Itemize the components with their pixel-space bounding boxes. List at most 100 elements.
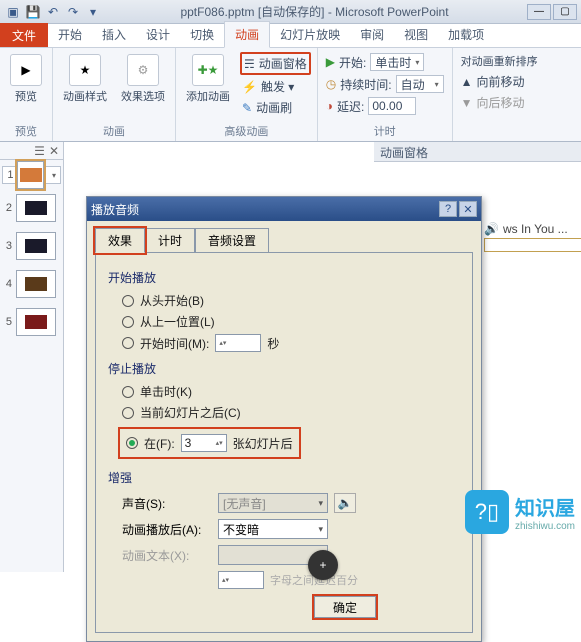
play-audio-dialog: 播放音频 ? ✕ 效果 计时 音频设置 开始播放 从头开始(B) 从上一位置(L… [86,196,482,642]
group-title-preview: 预览 [6,121,46,139]
save-icon[interactable]: 💾 [24,3,42,21]
add-animation-icon: ✚★ [192,54,224,86]
slides-count-input[interactable]: 3 [181,434,227,452]
dialog-body: 开始播放 从头开始(B) 从上一位置(L) 开始时间(M): 秒 停止播放 单击… [95,252,473,633]
preview-icon: ▶ [10,54,42,86]
move-earlier-button[interactable]: ▲ 向前移动 [459,72,540,91]
radio-from-beginning[interactable]: 从头开始(B) [108,290,460,311]
tab-audio-settings[interactable]: 音频设置 [195,228,269,253]
audio-icon: 🔊 [484,222,499,236]
radio-start-time[interactable]: 开始时间(M): 秒 [108,332,460,354]
outline-tab-icon[interactable]: ☰ [34,144,45,158]
dialog-title: 播放音频 [91,201,139,218]
trigger-button[interactable]: ⚡ 触发 ▾ [240,77,311,96]
anim-style-icon: ★ [69,54,101,86]
preview-button[interactable]: ▶ 预览 [6,52,46,106]
after-anim-dropdown[interactable]: 不变暗 [218,519,328,539]
close-button[interactable]: ✕ [459,201,477,217]
highlighted-stop-after-row: 在(F): 3 张幻灯片后 [118,427,301,459]
tab-insert[interactable]: 插入 [92,22,136,47]
watermark-logo-icon: ?▯ [465,490,509,534]
anim-pane-icon: ☴ [244,57,255,71]
tab-timing[interactable]: 计时 [145,228,195,253]
anim-text-row: 动画文本(X): [108,542,460,568]
ribbon-group-preview: ▶ 预览 预览 [0,48,53,141]
sound-row: 声音(S): [无声音] 🔈 [108,490,460,516]
dialog-titlebar: 播放音频 ? ✕ [87,197,481,221]
maximize-button[interactable]: ▢ [553,4,577,20]
powerpoint-icon: ▣ [4,3,22,21]
tab-home[interactable]: 开始 [48,22,92,47]
slides-list: 1 2 3 4 5 [0,160,63,342]
radio-on-click[interactable]: 单击时(K) [108,381,460,402]
qat-dropdown-icon[interactable]: ▾ [84,3,102,21]
start-row: ▶ 开始: 单击时 [324,52,446,72]
tab-view[interactable]: 视图 [394,22,438,47]
tab-slideshow[interactable]: 幻灯片放映 [270,22,350,47]
start-time-input[interactable] [215,334,261,352]
enhance-label: 增强 [108,469,460,486]
tab-effect[interactable]: 效果 [95,228,145,253]
ribbon-group-timing: ▶ 开始: 单击时 ◷ 持续时间: 自动 ◑ 延迟: 00.00 计时 [318,48,453,141]
tab-addins[interactable]: 加载项 [438,22,494,47]
slide-thumb-5[interactable]: 5 [2,308,61,336]
add-animation-button[interactable]: ✚★ 添加动画 [182,52,234,106]
delay-icon: ◑ [326,99,333,113]
painter-icon: ✎ [242,101,252,115]
letter-delay-input[interactable] [218,571,264,589]
effect-options-button[interactable]: ⚙ 效果选项 [117,52,169,106]
tab-transition[interactable]: 切换 [180,22,224,47]
delay-row: ◑ 延迟: 00.00 [324,96,446,116]
slide-thumb-2[interactable]: 2 [2,194,61,222]
reorder-title: 对动画重新排序 [459,52,540,70]
up-arrow-icon: ▲ [461,75,473,89]
sound-dropdown[interactable]: [无声音] [218,493,328,513]
animation-timeline-bar[interactable]: ▷ [484,238,581,252]
radio-after-current-slide[interactable]: 当前幻灯片之后(C) [108,402,460,423]
start-select[interactable]: 单击时 [370,53,424,71]
minimize-button[interactable]: — [527,4,551,20]
undo-icon[interactable]: ↶ [44,3,62,21]
start-icon: ▶ [326,55,335,69]
radio-after-n-slides[interactable]: 在(F): 3 张幻灯片后 [126,432,293,454]
animation-pane-button[interactable]: ☴ 动画窗格 [240,52,311,75]
redo-icon[interactable]: ↷ [64,3,82,21]
delay-input[interactable]: 00.00 [368,97,416,115]
title-bar: ▣ 💾 ↶ ↷ ▾ pptF086.pptm [自动保存的] - Microso… [0,0,581,24]
stop-playback-label: 停止播放 [108,360,460,377]
window-buttons: — ▢ [527,4,577,20]
tab-review[interactable]: 审阅 [350,22,394,47]
down-arrow-icon: ▼ [461,96,473,110]
dialog-buttons: 确定 取消 [108,592,460,620]
ribbon-tabs: 文件 开始 插入 设计 切换 动画 幻灯片放映 审阅 视图 加载项 [0,24,581,48]
anim-style-button[interactable]: ★ 动画样式 [59,52,111,106]
watermark-url: zhishiwu.com [515,521,575,532]
ok-button[interactable]: 确定 [314,596,376,618]
duration-row: ◷ 持续时间: 自动 [324,74,446,94]
ribbon-group-advanced: ✚★ 添加动画 ☴ 动画窗格 ⚡ 触发 ▾ ✎ 动画刷 高级动画 [176,48,318,141]
tab-animation[interactable]: 动画 [224,21,270,48]
add-fab-button[interactable]: + [308,550,338,580]
ribbon: ▶ 预览 预览 ★ 动画样式 ⚙ 效果选项 动画 ✚★ 添加动画 [0,48,581,142]
window-title: pptF086.pptm [自动保存的] - Microsoft PowerPo… [102,3,527,20]
slide-thumb-3[interactable]: 3 [2,232,61,260]
sound-volume-button[interactable]: 🔈 [334,493,356,513]
help-button[interactable]: ? [439,201,457,217]
group-title-advanced: 高级动画 [182,121,311,139]
animation-pane-title: 动画窗格 [374,142,581,162]
slide-thumb-1[interactable]: 1 [2,166,61,184]
speaker-icon: 🔈 [338,496,353,510]
slide-thumb-4[interactable]: 4 [2,270,61,298]
file-tab[interactable]: 文件 [0,23,48,47]
tab-design[interactable]: 设计 [136,22,180,47]
animation-item[interactable]: 🔊 ws In You ... [484,222,568,236]
radio-from-last[interactable]: 从上一位置(L) [108,311,460,332]
animation-painter-button[interactable]: ✎ 动画刷 [240,98,311,117]
after-anim-row: 动画播放后(A): 不变暗 [108,516,460,542]
duration-select[interactable]: 自动 [396,75,444,93]
move-later-button[interactable]: ▼ 向后移动 [459,93,540,112]
slide-panel: ☰ ✕ 1 2 3 4 5 [0,142,64,572]
close-panel-icon[interactable]: ✕ [49,144,59,158]
group-title-animation: 动画 [59,121,169,139]
ribbon-group-animation: ★ 动画样式 ⚙ 效果选项 动画 [53,48,176,141]
